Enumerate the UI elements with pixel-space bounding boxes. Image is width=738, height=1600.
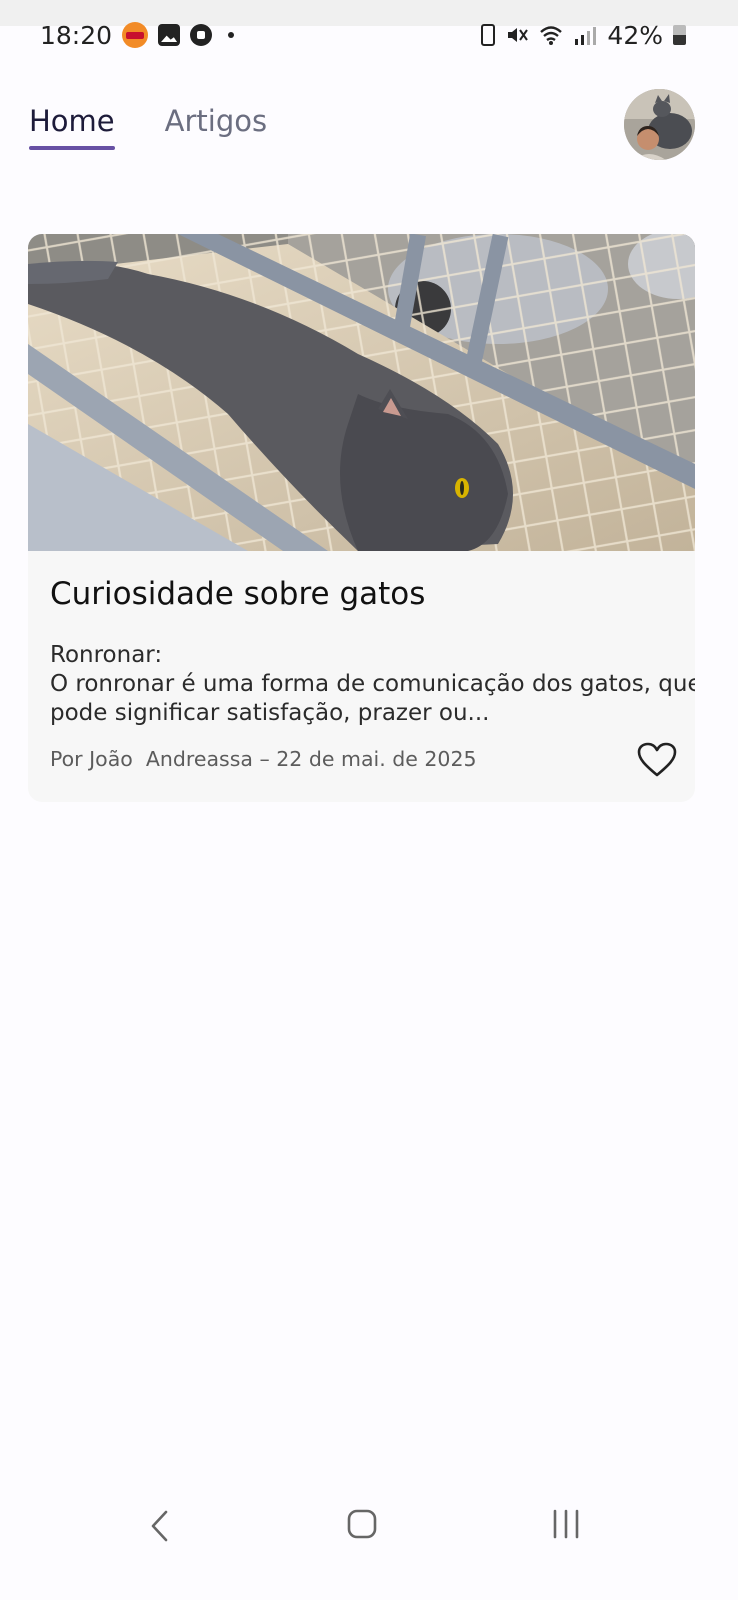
status-time: 18:20: [40, 20, 113, 50]
gallery-icon: [158, 24, 181, 46]
wifi-icon: [540, 26, 563, 45]
status-right: 42%: [481, 21, 686, 50]
home-icon[interactable]: [347, 1509, 377, 1539]
heart-outline-icon[interactable]: [637, 742, 677, 778]
article-excerpt: Ronronar: O ronronar é uma forma de comu…: [50, 641, 695, 728]
excerpt-line: O ronronar é uma forma de comunicação do…: [50, 671, 695, 697]
article-card[interactable]: Curiosidade sobre gatos Ronronar: O ronr…: [28, 234, 695, 802]
recents-icon[interactable]: [550, 1509, 582, 1539]
excerpt-heading: Ronronar:: [50, 642, 163, 668]
battery-saver-icon: [481, 24, 496, 46]
article-title: Curiosidade sobre gatos: [50, 576, 426, 612]
avatar-photo: [624, 89, 695, 160]
tab-home[interactable]: Home: [29, 104, 115, 150]
excerpt-line: pode significar satisfação, prazer ou...: [50, 700, 490, 726]
battery-icon: [673, 25, 686, 45]
status-left: 18:20: [40, 20, 235, 50]
notification-dot-icon: [228, 32, 235, 38]
navigation-bar: [0, 1495, 738, 1555]
signal-icon: [575, 27, 597, 45]
avatar[interactable]: [624, 89, 695, 160]
burger-king-icon: [122, 22, 149, 48]
battery-percentage: 42%: [607, 20, 663, 50]
tab-artigos[interactable]: Artigos: [165, 104, 267, 150]
mute-icon: [508, 28, 529, 42]
soccer-ball-icon: [190, 24, 213, 46]
article-image: [28, 234, 695, 551]
article-meta: Por João Andreassa – 22 de mai. de 2025: [50, 747, 477, 771]
tab-bar: Home Artigos: [29, 104, 267, 150]
back-icon[interactable]: [145, 1509, 175, 1543]
status-bar: 18:20 42%: [0, 14, 738, 56]
